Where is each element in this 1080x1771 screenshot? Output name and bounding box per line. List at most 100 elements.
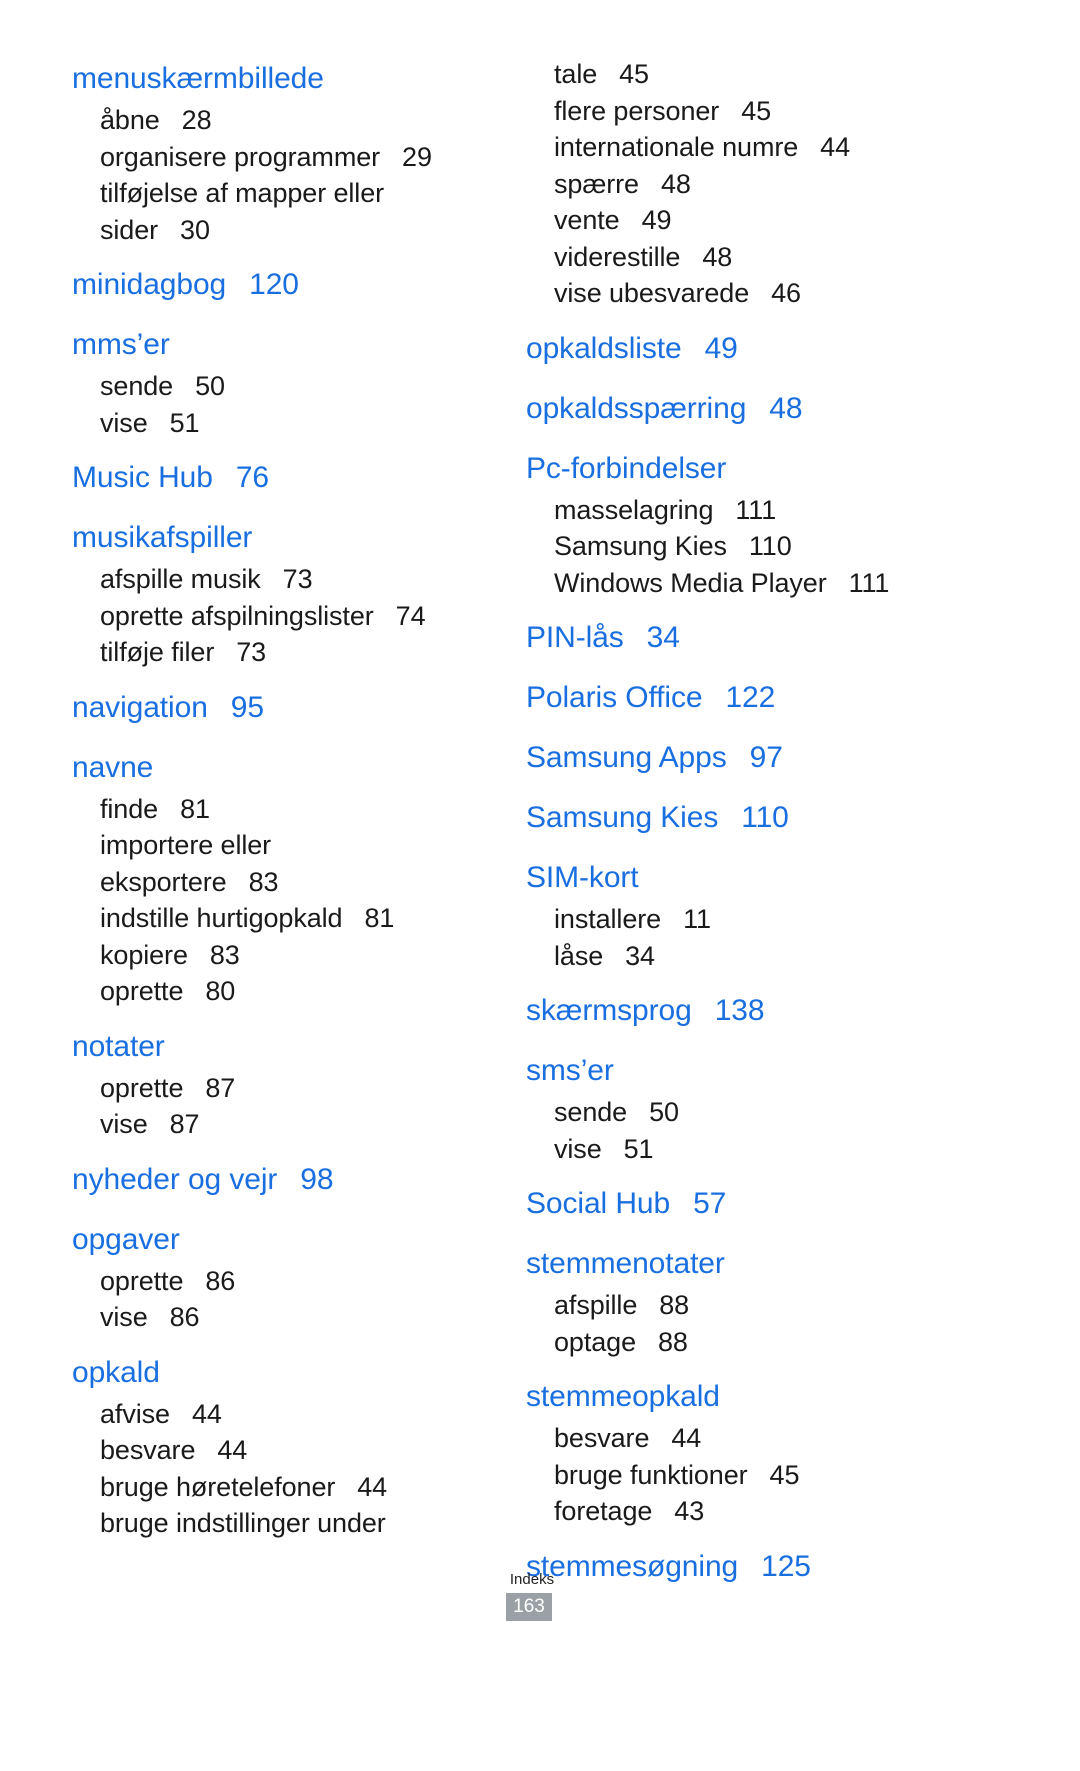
- index-subentry-row[interactable]: spærre 48: [526, 166, 956, 203]
- index-subentry-term: afspille musik: [100, 564, 261, 594]
- index-subentry-row[interactable]: tilføjelse af mapper eller: [72, 175, 502, 212]
- index-subentry-list: finde 81 importere eller eksportere 83 indsti…: [72, 791, 502, 1010]
- index-entry-head-row[interactable]: stemmenotater: [526, 1241, 956, 1287]
- index-subentry-row[interactable]: oprette 87: [72, 1070, 502, 1107]
- index-entry-head-term: Pc-forbindelser: [526, 451, 727, 485]
- index-subentry-row[interactable]: besvare 44: [526, 1420, 956, 1457]
- index-page: menuskærmbillede åbne 28 organisere program…: [0, 0, 1080, 1771]
- index-entry-head-row[interactable]: navigation 95: [72, 685, 502, 731]
- index-entry-head-page-number: 49: [704, 331, 738, 365]
- index-subentry-row[interactable]: installere 11: [526, 901, 956, 938]
- index-entry-head-row[interactable]: Samsung Apps 97: [526, 735, 956, 781]
- index-entry-head-row[interactable]: sms’er: [526, 1048, 956, 1094]
- index-subentry-row[interactable]: afvise 44: [72, 1396, 502, 1433]
- index-entry-head-row[interactable]: opkaldsspærring 48: [526, 386, 956, 432]
- index-subentry-row[interactable]: Windows Media Player 111: [526, 565, 956, 602]
- index-subentry-row[interactable]: viderestille 48: [526, 239, 956, 276]
- index-subentry-row[interactable]: tale 45: [526, 56, 956, 93]
- index-subentry-page-number: 83: [209, 939, 240, 970]
- index-entry-head-row[interactable]: musikafspiller: [72, 515, 502, 561]
- index-subentry-row[interactable]: vise 51: [526, 1131, 956, 1168]
- index-entry-head-row[interactable]: menuskærmbillede: [72, 56, 502, 102]
- index-subentry-row[interactable]: vente 49: [526, 202, 956, 239]
- index-subentry-row[interactable]: organisere programmer 29: [72, 139, 502, 176]
- index-subentry-list: åbne 28 organisere programmer 29 tilføjelse …: [72, 102, 502, 248]
- index-subentry-row[interactable]: vise ubesvarede 46: [526, 275, 956, 312]
- index-subentry-row[interactable]: oprette afspilningslister 74: [72, 598, 502, 635]
- index-subentry-list: afvise 44 besvare 44 bruge høretelefoner 44 br…: [72, 1396, 502, 1542]
- index-subentry-term: organisere programmer: [100, 141, 381, 172]
- index-entry-head-row[interactable]: opgaver: [72, 1217, 502, 1263]
- index-subentry-term: tilføje filer: [100, 637, 215, 667]
- index-subentry-row[interactable]: flere personer 45: [526, 93, 956, 130]
- index-entry-head-row[interactable]: Pc-forbindelser: [526, 446, 956, 492]
- index-subentry-page-number: 44: [217, 1435, 248, 1465]
- index-entry-head-row[interactable]: stemmeopkald: [526, 1374, 956, 1420]
- index-subentry-page-number: 73: [236, 637, 267, 667]
- index-subentry-page-number: 86: [169, 1302, 200, 1332]
- index-entry-head-row[interactable]: opkaldsliste 49: [526, 326, 956, 372]
- index-subentry-row[interactable]: foretage 43: [526, 1493, 956, 1530]
- index-subentry-row[interactable]: sende 50: [72, 368, 502, 405]
- index-entry: opkaldsspærring 48: [526, 386, 956, 432]
- index-subentry-row[interactable]: optage 88: [526, 1324, 956, 1361]
- index-entry-head-row[interactable]: skærmsprog 138: [526, 988, 956, 1034]
- index-subentry-page-number: 111: [848, 567, 890, 598]
- index-entry: Music Hub 76: [72, 455, 502, 501]
- index-entry-head-page-number: 48: [769, 391, 803, 425]
- index-subentry-row[interactable]: besvare 44: [72, 1432, 502, 1469]
- index-subentry-page-number: 81: [364, 903, 395, 933]
- index-entry-head-row[interactable]: notater: [72, 1024, 502, 1070]
- index-subentry-term: optage: [554, 1326, 636, 1357]
- index-subentry-row[interactable]: åbne 28: [72, 102, 502, 139]
- index-entry-head-row[interactable]: navne: [72, 745, 502, 791]
- index-subentry-row[interactable]: masselagring 111: [526, 492, 956, 529]
- index-subentry-row[interactable]: finde 81: [72, 791, 502, 828]
- index-entry-head-row[interactable]: Samsung Kies 110: [526, 795, 956, 841]
- index-entry-head-row[interactable]: nyheder og vejr 98: [72, 1157, 502, 1203]
- index-entry-head-row[interactable]: SIM-kort: [526, 855, 956, 901]
- index-subentry-row[interactable]: bruge funktioner 45: [526, 1457, 956, 1494]
- index-entry-head-row[interactable]: Music Hub 76: [72, 455, 502, 501]
- index-entry-head-page-number: 98: [300, 1162, 334, 1196]
- index-entry-head-page-number: 97: [749, 741, 783, 774]
- index-subentry-row[interactable]: vise 86: [72, 1299, 502, 1336]
- index-subentry-row[interactable]: kopiere 83: [72, 937, 502, 974]
- index-subentry-page-number: 111: [735, 494, 777, 525]
- index-entry: Social Hub 57: [526, 1181, 956, 1227]
- index-entry: navigation 95: [72, 685, 502, 731]
- index-entry: Polaris Office 122: [526, 675, 956, 721]
- index-entry: sms’er sende 50 vise 51: [526, 1048, 956, 1167]
- index-subentry-row[interactable]: bruge høretelefoner 44: [72, 1469, 502, 1506]
- index-entry: mms’er sende 50 vise 51: [72, 322, 502, 441]
- index-subentry-term: eksportere: [100, 866, 227, 897]
- index-subentry-term: afspille: [554, 1290, 638, 1320]
- index-subentry-row[interactable]: Samsung Kies 110: [526, 528, 956, 565]
- index-subentry-page-number: 29: [402, 141, 432, 172]
- index-subentry-row[interactable]: afspille 88: [526, 1287, 956, 1324]
- index-entry-head-row[interactable]: PIN-lås 34: [526, 615, 956, 661]
- index-subentry-page-number: 44: [357, 1471, 388, 1502]
- index-subentry-list: masselagring 111 Samsung Kies 110 Windows Me…: [526, 492, 956, 602]
- index-subentry-row[interactable]: internationale numre 44: [526, 129, 956, 166]
- index-entry-head-row[interactable]: Polaris Office 122: [526, 675, 956, 721]
- index-entry-head-row[interactable]: Social Hub 57: [526, 1181, 956, 1227]
- index-subentry-row[interactable]: importere eller: [72, 827, 502, 864]
- index-subentry-row[interactable]: sende 50: [526, 1094, 956, 1131]
- index-subentry-row[interactable]: vise 51: [72, 405, 502, 442]
- index-subentry-row[interactable]: vise 87: [72, 1106, 502, 1143]
- index-subentry-row[interactable]: oprette 86: [72, 1263, 502, 1300]
- index-entry-head-row[interactable]: mms’er: [72, 322, 502, 368]
- index-subentry-row[interactable]: indstille hurtigopkald 81: [72, 900, 502, 937]
- index-subentry-row[interactable]: sider 30: [72, 212, 502, 249]
- index-subentry-row[interactable]: bruge indstillinger under: [72, 1505, 502, 1542]
- index-subentry-row[interactable]: eksportere 83: [72, 864, 502, 901]
- index-entry-head-term: Samsung Apps: [526, 741, 727, 774]
- index-subentry-row[interactable]: oprette 80: [72, 973, 502, 1010]
- index-entry-head-row[interactable]: opkald: [72, 1350, 502, 1396]
- index-subentry-row[interactable]: låse 34: [526, 938, 956, 975]
- index-subentry-row[interactable]: afspille musik 73: [72, 561, 502, 598]
- index-entry-head-term: mms’er: [72, 328, 170, 361]
- index-entry-head-row[interactable]: minidagbog 120: [72, 262, 502, 308]
- index-subentry-row[interactable]: tilføje filer 73: [72, 634, 502, 671]
